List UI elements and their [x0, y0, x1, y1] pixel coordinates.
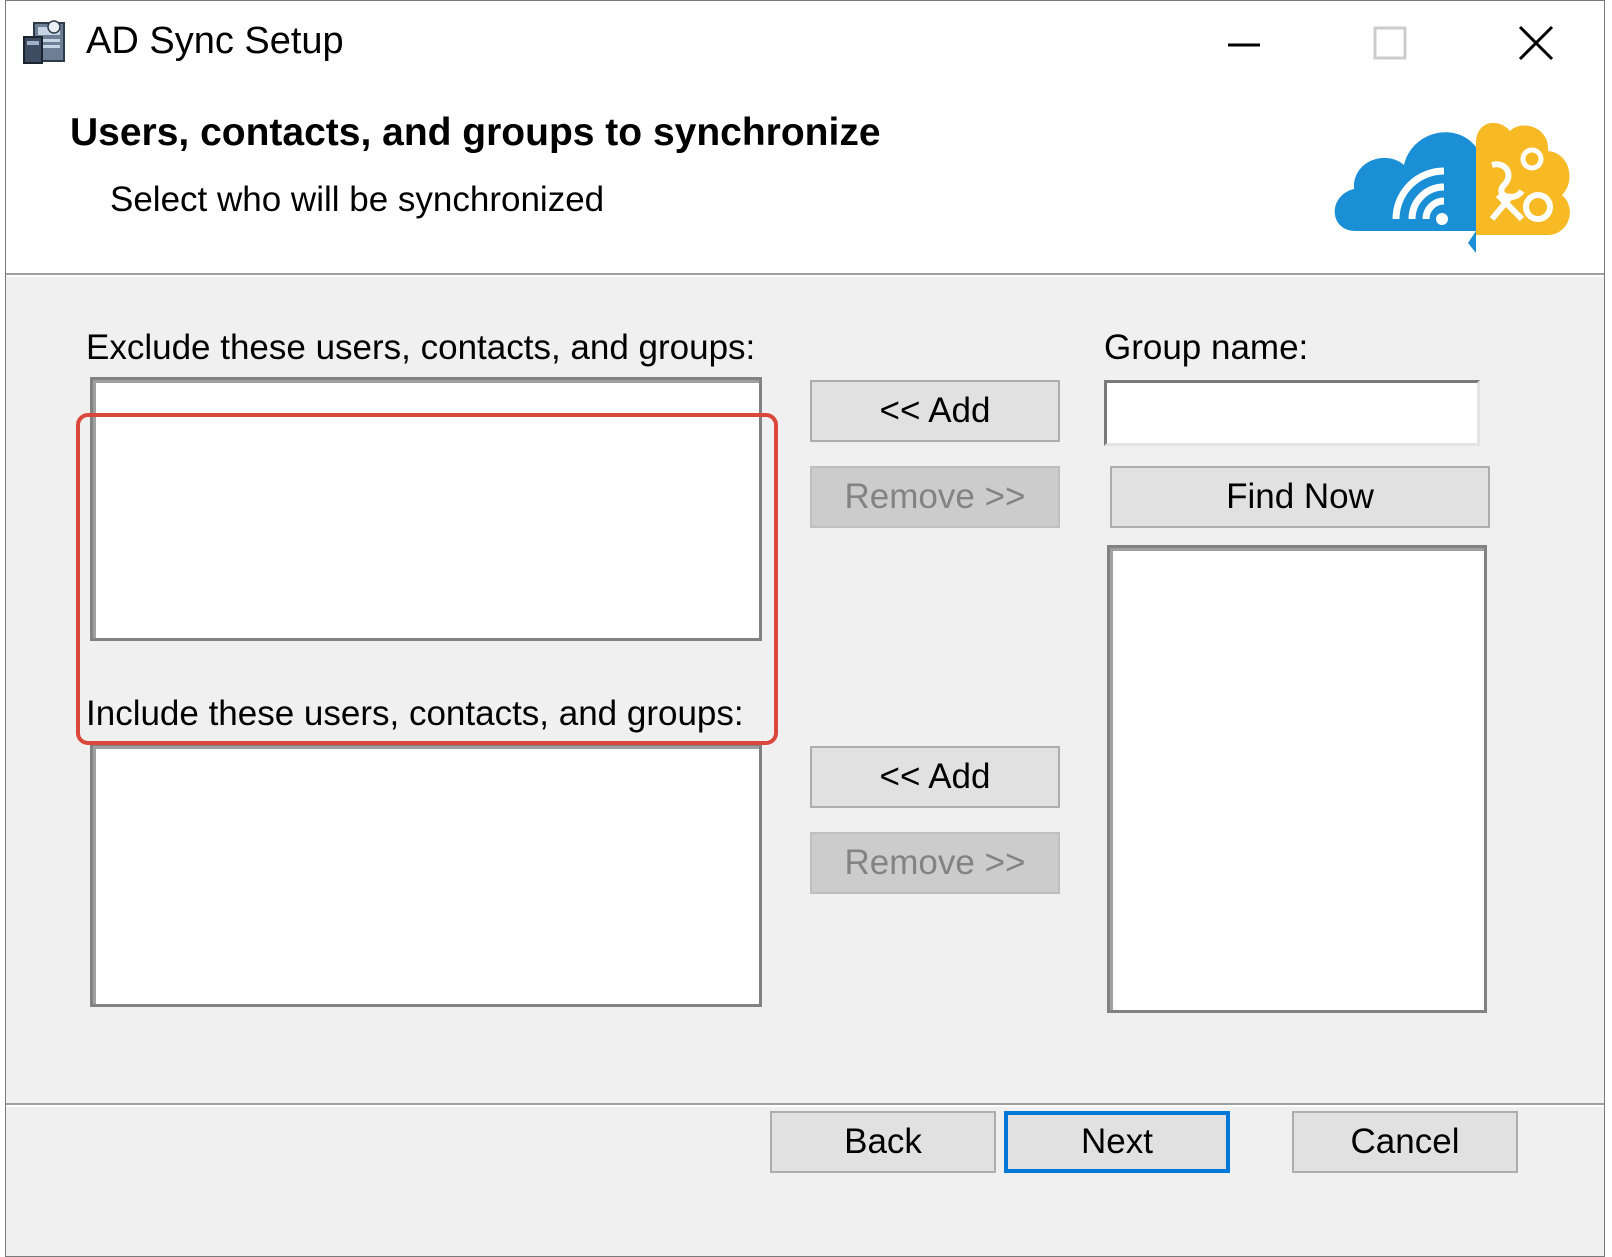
- exclude-label: Exclude these users, contacts, and group…: [86, 328, 756, 367]
- installer-icon: [20, 17, 72, 69]
- maximize-icon: [1373, 26, 1407, 60]
- cancel-button[interactable]: Cancel: [1292, 1111, 1518, 1173]
- group-name-input[interactable]: [1104, 380, 1480, 446]
- cloud-sync-logo: [1326, 103, 1586, 253]
- close-icon: [1518, 25, 1554, 61]
- minimize-icon: [1228, 43, 1260, 47]
- maximize-button[interactable]: [1317, 1, 1463, 85]
- minimize-button[interactable]: [1171, 1, 1317, 85]
- window-title: AD Sync Setup: [86, 20, 344, 62]
- exclude-remove-button[interactable]: Remove >>: [810, 466, 1060, 528]
- find-now-button[interactable]: Find Now: [1110, 466, 1490, 528]
- wizard-header: Users, contacts, and groups to synchroni…: [6, 85, 1604, 273]
- page-subtitle: Select who will be synchronized: [110, 180, 605, 219]
- group-name-label: Group name:: [1104, 328, 1309, 367]
- wizard-footer: Back Next Cancel: [6, 1107, 1604, 1256]
- back-button[interactable]: Back: [770, 1111, 996, 1173]
- page-title: Users, contacts, and groups to synchroni…: [70, 111, 881, 154]
- include-add-button[interactable]: << Add: [810, 746, 1060, 808]
- footer-divider: [6, 1103, 1604, 1106]
- include-remove-button[interactable]: Remove >>: [810, 832, 1060, 894]
- exclude-add-button[interactable]: << Add: [810, 380, 1060, 442]
- header-divider: [6, 273, 1604, 276]
- setup-window: AD Sync Setup Users, contacts, and group…: [5, 0, 1605, 1257]
- title-bar[interactable]: AD Sync Setup: [6, 1, 1604, 85]
- include-listbox[interactable]: [90, 743, 762, 1007]
- search-results-listbox[interactable]: [1107, 545, 1487, 1013]
- close-button[interactable]: [1463, 1, 1609, 85]
- include-section-highlight: [76, 413, 778, 745]
- next-button[interactable]: Next: [1004, 1111, 1230, 1173]
